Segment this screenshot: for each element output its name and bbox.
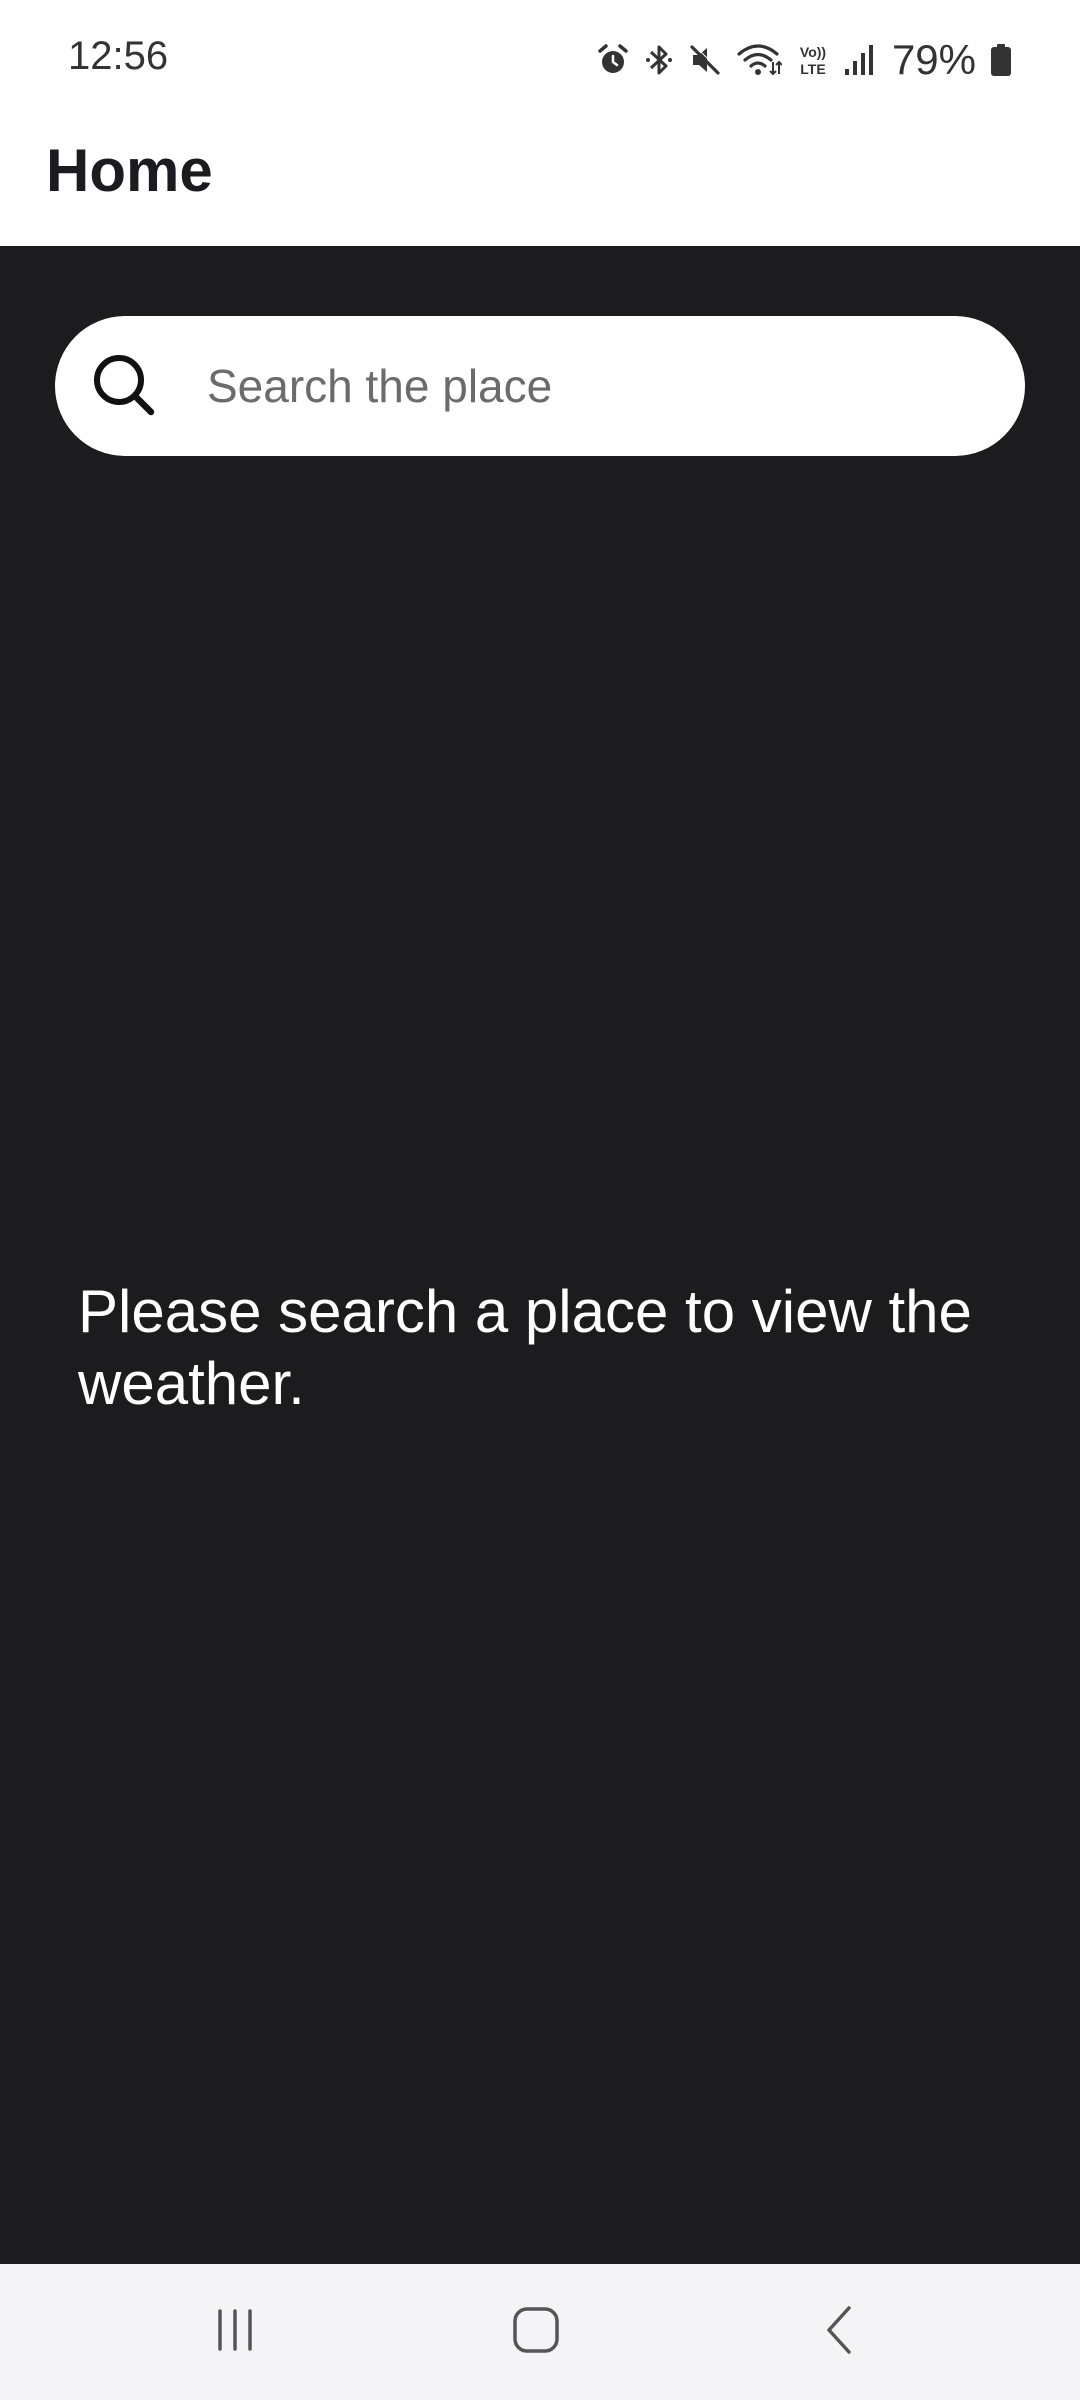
back-button[interactable] [780,2292,900,2372]
svg-text:Vo)): Vo)) [800,44,826,60]
home-button[interactable] [476,2292,596,2372]
status-time: 12:56 [68,34,169,78]
recents-icon [210,2305,260,2360]
back-icon [815,2305,865,2360]
alarm-icon [596,43,630,77]
recents-button[interactable] [175,2292,295,2372]
volte-icon: Vo)) LTE [796,42,830,78]
main-content: Please search a place to view the weathe… [0,246,1080,2264]
screen: 12:56 Vo)) LTE 79% Home Search the place… [0,0,1080,2400]
status-bar: 12:56 Vo)) LTE 79% [0,0,1080,120]
battery-icon [990,43,1012,77]
system-nav-bar [0,2264,1080,2400]
app-bar: Home [0,120,1080,246]
empty-state-message: Please search a place to view the weathe… [78,1278,972,1417]
search-bar[interactable] [55,316,1025,456]
bluetooth-icon [644,42,674,78]
home-icon [511,2305,561,2360]
search-icon[interactable] [89,350,161,422]
battery-percent: 79% [891,36,976,83]
svg-text:LTE: LTE [800,61,825,77]
mute-icon [688,43,722,77]
page-title: Home [46,137,213,204]
signal-icon [844,43,874,77]
wifi-icon [736,42,782,78]
search-input[interactable] [207,346,987,426]
status-icons: Vo)) LTE 79% [596,30,1012,90]
